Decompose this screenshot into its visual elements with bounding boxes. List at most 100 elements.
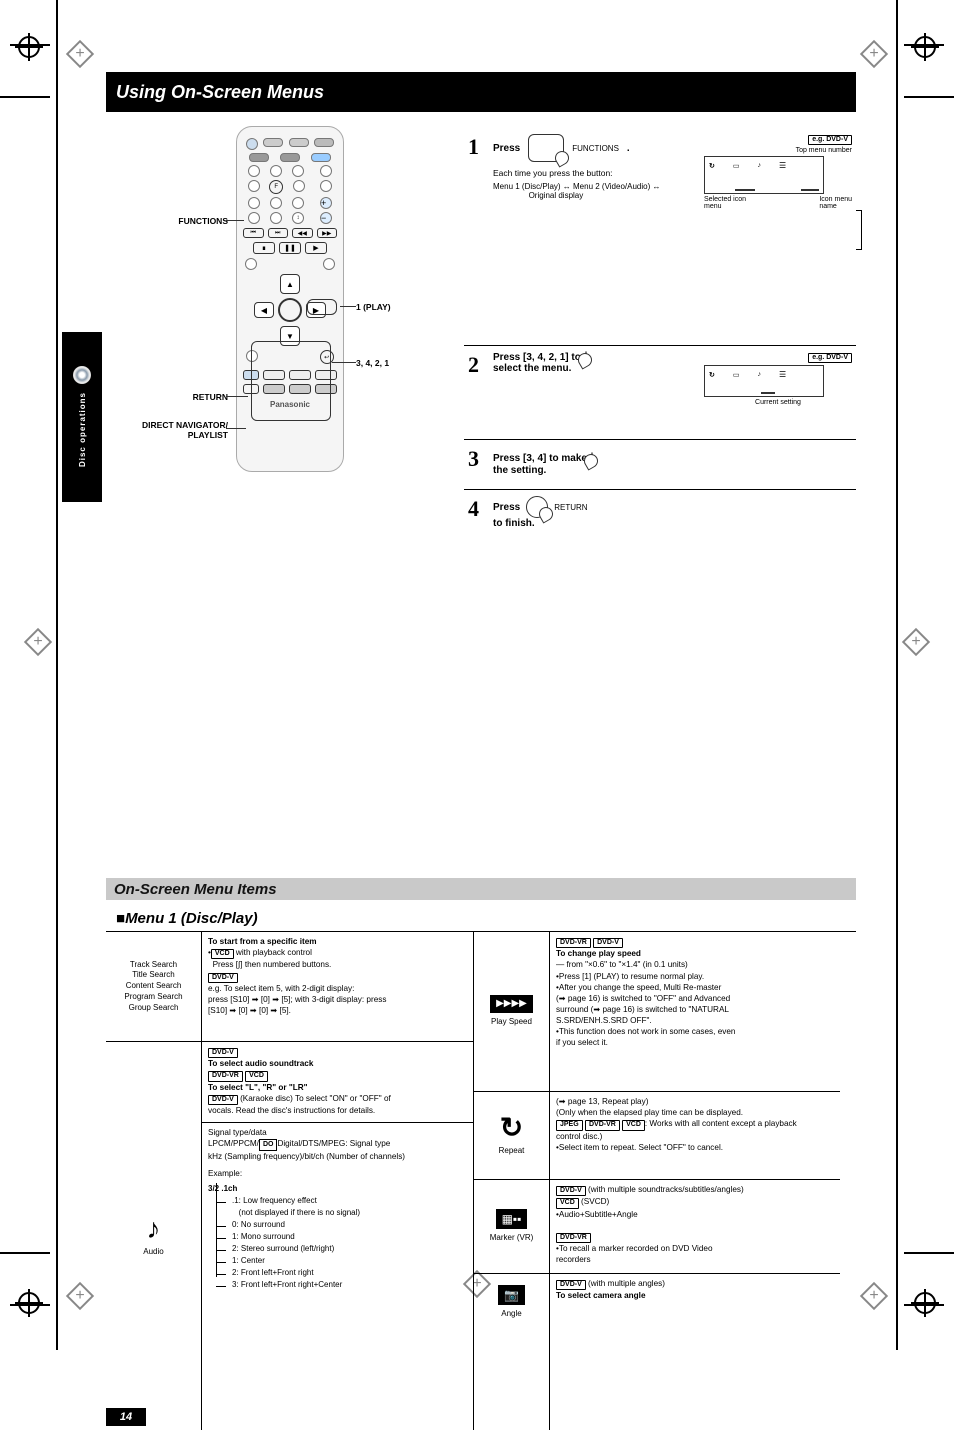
badge-vcd: VCD: [211, 949, 234, 959]
cell-label: Marker (VR): [490, 1233, 534, 1244]
highlight-frame: [307, 299, 337, 315]
label-play: 1 (PLAY): [356, 302, 391, 312]
marker-icon: [779, 370, 786, 379]
badge-dvdv: DVD-V: [556, 1186, 586, 1196]
crop-tick: [904, 1304, 944, 1306]
step-press-suffix: to make: [546, 454, 587, 465]
badge-vcd: VCD: [622, 1120, 645, 1130]
cell-text: Select item to repeat. Select "OFF" to c…: [559, 1143, 723, 1152]
crop-tick: [904, 44, 944, 46]
cell-text: Audio+Subtitle+Angle: [559, 1210, 638, 1219]
badge-dvdv: DVD-V: [593, 938, 623, 948]
osd-diagram-1: ▭: [704, 156, 824, 194]
section-bar-label: On-Screen Menu Items: [114, 881, 277, 898]
section-bar: On-Screen Menu Items: [106, 878, 856, 900]
cell-body-repeat: (➡ page 13, Repeat play) (Only when the …: [550, 1092, 840, 1180]
step-line2: select the menu.: [493, 363, 571, 374]
badge-dvdvr: DVD-VR: [556, 938, 591, 948]
step-arrows: [3, 4]: [523, 454, 546, 465]
crop-tick: [10, 44, 50, 46]
badge-vcd: VCD: [245, 1071, 268, 1081]
cell-icon-angle: 📷 Angle: [474, 1274, 549, 1330]
cell-text: Press [1] (PLAY) to resume normal play.: [559, 972, 704, 981]
badge-dvdvr: DVD-VR: [585, 1120, 620, 1130]
step-1: 1 Press FUNCTIONS. Each time you press t…: [464, 128, 856, 346]
leader-line: [226, 396, 248, 397]
cell-text: Press [∫] then numbered buttons.: [213, 960, 332, 969]
registration-diamond: [70, 44, 90, 64]
osd-caption-bottom: Current setting: [704, 399, 852, 406]
trim-line: [904, 1252, 954, 1254]
cell-text: (➡ page 13, Repeat play): [556, 1097, 648, 1106]
disc-icon: [73, 366, 91, 384]
example-label: Example:: [208, 1168, 467, 1179]
cell-body-angle: DVD-V (with multiple angles) To select c…: [550, 1274, 840, 1330]
crop-tick: [10, 1304, 50, 1306]
tree-item-sub: (not displayed if there is no signal): [239, 1208, 360, 1217]
registration-mark: [18, 1292, 40, 1314]
marker-icon: ▦▪▪: [496, 1209, 528, 1229]
cell-text: To select camera angle: [556, 1291, 646, 1300]
osd-diagram-2: ▭: [704, 365, 824, 397]
audio-icon: [758, 371, 762, 378]
repeat-icon: [709, 162, 715, 170]
registration-diamond: [70, 1286, 90, 1306]
cell-label: Play Speed: [491, 1017, 532, 1028]
dolby-icon: DO: [259, 1139, 278, 1150]
page-number: 14: [106, 1408, 146, 1426]
enter-button-icon: [591, 452, 593, 465]
cell-text: After you change the speed, Multi Re-mas…: [556, 983, 730, 1025]
cell-text: To recall a marker recorded on DVD Video…: [556, 1244, 713, 1264]
badge-dvdv: DVD-V: [208, 1095, 238, 1105]
step-arrows: [3, 4, 2, 1]: [523, 352, 569, 363]
label-return: RETURN: [116, 392, 228, 402]
badge-dvdvr: DVD-VR: [208, 1071, 243, 1081]
enter-button-icon: [278, 298, 302, 322]
cell-text: This function does not work in some case…: [556, 1027, 735, 1047]
badge-dvdvr: DVD-VR: [556, 1233, 591, 1243]
steps-panel: 1 Press FUNCTIONS. Each time you press t…: [464, 128, 856, 544]
remote-diagram: F + ↕− ⏮⏭◀◀▶▶ ∎❚❚▶ ▲ ▼ ◀ ▶ ↩: [236, 126, 344, 472]
display-icon: ▭: [733, 371, 740, 379]
cell-icon-marker: ▦▪▪ Marker (VR): [474, 1180, 549, 1274]
angle-icon: 📷: [498, 1285, 525, 1305]
step-line2: the setting.: [493, 465, 546, 476]
tree-item: .1: Low frequency effect: [232, 1196, 317, 1205]
registration-mark: [18, 36, 40, 58]
step-number: 4: [468, 496, 479, 538]
cell-icon-repeat: Repeat: [474, 1092, 549, 1180]
play-speed-icon: ▶▶▶▶: [490, 995, 533, 1013]
step-button-label: RETURN: [554, 503, 587, 512]
arrow-up-icon: ▲: [280, 274, 300, 294]
cell-text: To change play speed: [556, 949, 641, 958]
return-button-icon: [526, 496, 548, 518]
badge-dvdv: DVD-V: [208, 1048, 238, 1058]
step-note: Each time you press the button:: [493, 168, 694, 178]
cell-label: Track Search Title Search Content Search…: [124, 960, 182, 1014]
label-functions: FUNCTIONS: [116, 216, 228, 226]
cell-text: e.g. To select item 5, with 2-digit disp…: [208, 984, 386, 1015]
cell-label: Audio: [143, 1247, 163, 1258]
osd-caption-top: Top menu number: [704, 147, 852, 154]
badge-dvdv: e.g. DVD-V: [808, 353, 852, 363]
step-press-prefix: Press: [493, 352, 523, 363]
cell-body-speed: DVD-VR DVD-V To change play speed — from…: [550, 932, 840, 1092]
cell-text: To select audio soundtrack: [208, 1059, 313, 1068]
leader-line: [761, 392, 775, 394]
leader-line: [226, 428, 246, 429]
cell-label: Angle: [501, 1309, 521, 1320]
cell-text: with playback control: [234, 948, 312, 957]
trim-line: [896, 0, 898, 1350]
trim-line: [904, 96, 954, 98]
badge-vcd: VCD: [556, 1198, 579, 1208]
badge-dvdv: DVD-V: [556, 1280, 586, 1290]
badge-dvdv: e.g. DVD-V: [808, 135, 852, 145]
content-area: Using On-Screen Menus FUNCTIONS RETURN D…: [106, 72, 856, 1430]
cell-icon-audio: Audio: [106, 1042, 201, 1430]
display-icon: ▭: [733, 162, 740, 170]
registration-mark: [914, 36, 936, 58]
cell-icon-search: Track Search Title Search Content Search…: [106, 932, 201, 1042]
arrow-left-icon: ◀: [254, 302, 274, 318]
audio-icon: [758, 162, 762, 169]
step-number: 1: [468, 134, 479, 160]
